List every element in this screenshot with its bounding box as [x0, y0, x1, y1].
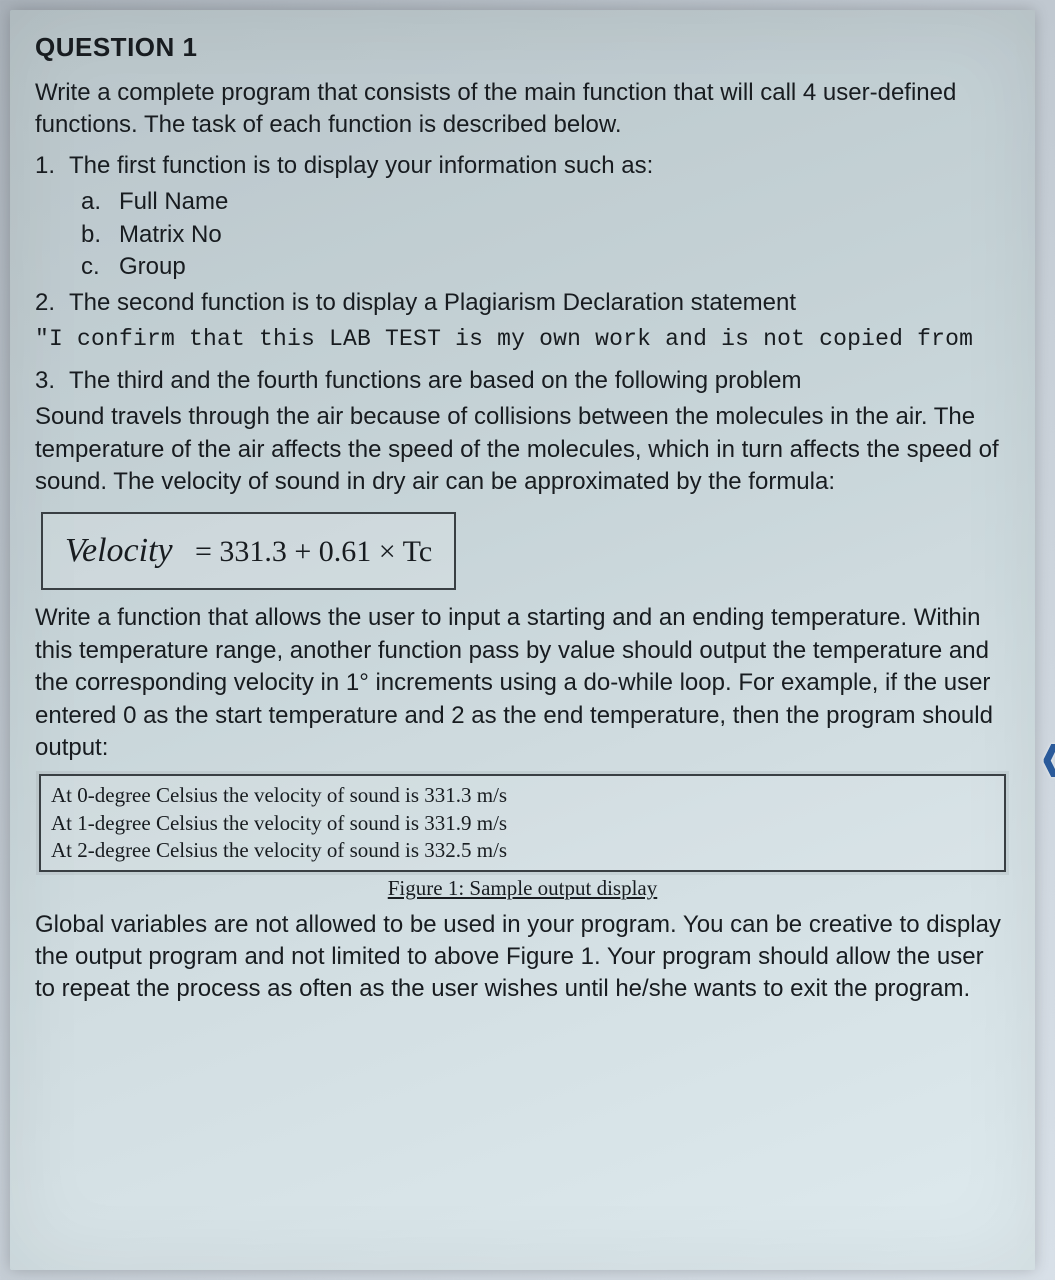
intro-paragraph: Write a complete program that consists o…	[35, 77, 1010, 142]
output-line-2: At 1-degree Celsius the velocity of soun…	[51, 810, 994, 837]
item-3: 3.The third and the fourth functions are…	[35, 365, 1010, 397]
chevron-left-icon[interactable]: ‹	[1041, 706, 1055, 803]
item-3-text: The third and the fourth functions are b…	[69, 367, 801, 394]
item-1c-label: c.	[81, 251, 119, 283]
item-1a-label: a.	[81, 186, 119, 218]
item-2-text: The second function is to display a Plag…	[69, 289, 796, 316]
item-1a: a.Full Name	[81, 186, 1010, 218]
formula-rhs: = 331.3 + 0.61 × Tc	[195, 535, 432, 568]
item-1-text: The first function is to display your in…	[69, 152, 653, 179]
closing-paragraph: Global variables are not allowed to be u…	[35, 909, 1010, 1006]
problem-paragraph: Sound travels through the air because of…	[35, 401, 1010, 498]
plagiarism-statement: "I confirm that this LAB TEST is my own …	[35, 324, 1010, 355]
figure-caption: Figure 1: Sample output display	[35, 874, 1010, 902]
output-line-1: At 0-degree Celsius the velocity of soun…	[51, 782, 994, 809]
item-3-number: 3.	[35, 365, 69, 397]
item-1b: b.Matrix No	[81, 219, 1010, 251]
item-1c-text: Group	[119, 253, 186, 280]
item-1b-label: b.	[81, 219, 119, 251]
item-1a-text: Full Name	[119, 188, 228, 215]
item-2-number: 2.	[35, 287, 69, 319]
formula-lhs: Velocity	[65, 532, 173, 569]
item-1-number: 1.	[35, 150, 69, 182]
item-1c: c.Group	[81, 251, 1010, 283]
question-title: QUESTION 1	[35, 30, 1010, 65]
item-2: 2.The second function is to display a Pl…	[35, 287, 1010, 319]
task-paragraph: Write a function that allows the user to…	[35, 602, 1010, 764]
item-1: 1.The first function is to display your …	[35, 150, 1010, 182]
item-1b-text: Matrix No	[119, 221, 222, 248]
sample-output-box: At 0-degree Celsius the velocity of soun…	[39, 774, 1006, 872]
question-page: QUESTION 1 Write a complete program that…	[10, 10, 1035, 1270]
output-line-3: At 2-degree Celsius the velocity of soun…	[51, 837, 994, 864]
formula-box: Velocity = 331.3 + 0.61 × Tc	[41, 512, 456, 590]
